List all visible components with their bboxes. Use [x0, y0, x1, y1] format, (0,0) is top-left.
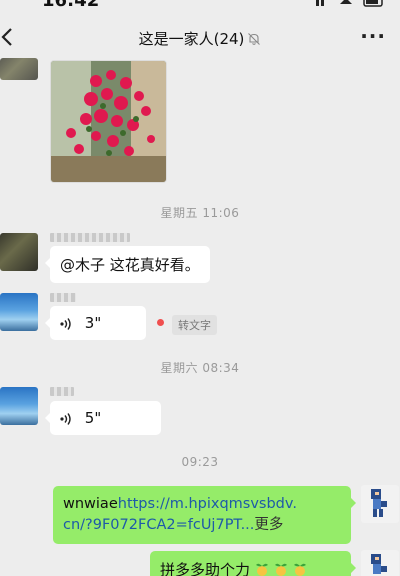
pixel-avatar-image	[371, 554, 387, 574]
message-link-cont[interactable]: cn/?9F072FCA2=fcUj7PT...	[63, 517, 254, 533]
voice-duration: 3"	[84, 314, 102, 332]
status-bar: 16:42	[0, 0, 400, 14]
unread-dot	[157, 319, 164, 326]
message-text: @木子 这花真好看。	[60, 256, 200, 274]
message-text: 拼多多助个力	[160, 561, 251, 576]
chat-title: 这是一家人(24)	[0, 28, 400, 49]
avatar[interactable]	[0, 293, 38, 331]
avatar[interactable]	[0, 387, 38, 425]
voice-message[interactable]: 3"	[45, 306, 146, 340]
text-message[interactable]: 拼多多助个力	[150, 551, 356, 576]
avatar[interactable]	[361, 550, 399, 576]
avatar[interactable]	[0, 233, 38, 271]
voice-wave-icon	[60, 412, 71, 425]
message-link[interactable]: https://m.hpixqmsvsbdv.	[118, 496, 297, 512]
timestamp: 09:23	[181, 455, 219, 469]
chat-header: 这是一家人(24) ···	[0, 22, 400, 56]
sender-name	[50, 386, 74, 399]
avatar[interactable]	[0, 58, 38, 80]
expand-more-link[interactable]: 更多	[254, 517, 283, 533]
timestamp: 星期六 08:34	[160, 361, 240, 375]
link-message[interactable]: wnwiaehttps://m.hpixqmsvsbdv. cn/?9F072F…	[53, 486, 356, 544]
sprout-emoji-icon	[255, 562, 309, 576]
voice-message[interactable]: 5"	[45, 401, 161, 435]
image-message[interactable]	[50, 60, 167, 183]
avatar[interactable]	[361, 485, 399, 523]
bell-off-icon	[248, 32, 261, 45]
transcribe-button[interactable]: 转文字	[172, 315, 217, 335]
signal-wifi-battery-icon	[316, 0, 383, 7]
voice-wave-icon	[60, 317, 71, 330]
message-prefix: wnwiae	[63, 496, 118, 512]
flower-photo	[51, 61, 166, 182]
voice-duration: 5"	[84, 409, 102, 427]
group-name: 这是一家人(24)	[138, 30, 245, 48]
more-dots-icon: ···	[360, 24, 386, 48]
timestamp: 星期五 11:06	[160, 206, 240, 220]
pixel-avatar-image	[371, 489, 387, 517]
status-time: 16:42	[42, 0, 100, 11]
more-button[interactable]: ···	[360, 24, 386, 48]
text-message[interactable]: @木子 这花真好看。	[45, 246, 210, 283]
sender-name	[50, 232, 130, 245]
sender-name	[50, 292, 76, 305]
